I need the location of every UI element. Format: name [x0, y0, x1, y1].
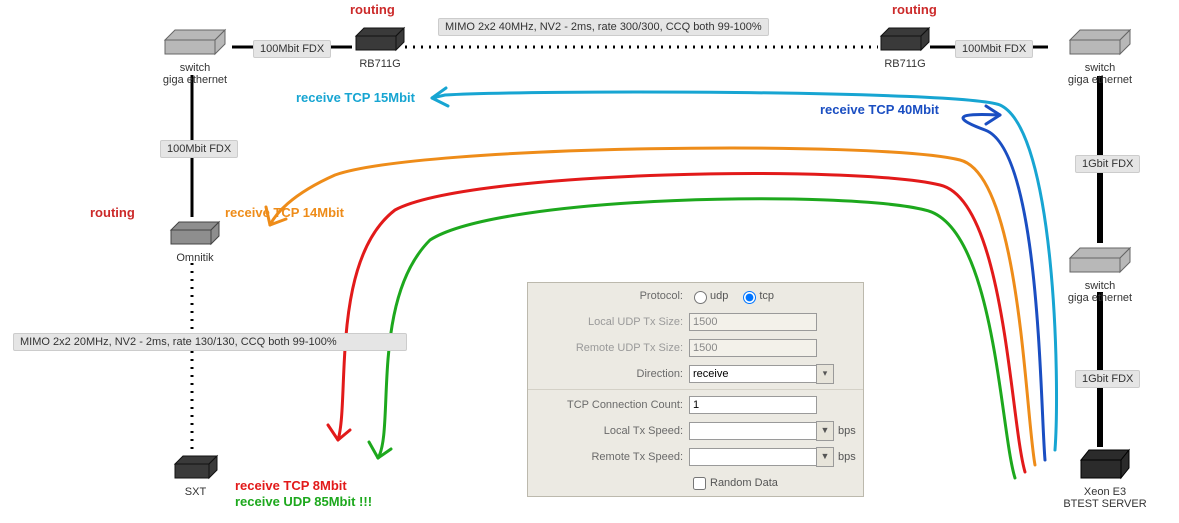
panel-remoteudp-label: Remote UDP Tx Size: [528, 342, 689, 354]
link-100m-3: 100Mbit FDX [160, 140, 238, 158]
flow-label-15m: receive TCP 15Mbit [296, 90, 415, 105]
node-omnitik: Omnitik [160, 216, 230, 264]
link-wlan-top: MIMO 2x2 40MHz, NV2 - 2ms, rate 300/300,… [438, 18, 769, 36]
panel-direction-input[interactable] [689, 365, 817, 383]
flow-label-8m: receive TCP 8Mbit [235, 478, 347, 493]
node-rb711g-left-label: RB711G [350, 58, 410, 70]
routing-label-2: routing [892, 2, 937, 17]
node-switch-right-mid: switchgiga ethernet [1055, 240, 1145, 304]
panel-remoteudp-input [689, 339, 817, 357]
panel-radio-tcp-input[interactable] [743, 291, 756, 304]
panel-remotetx-input[interactable] [689, 448, 817, 466]
node-sxt-label: SXT [168, 486, 223, 498]
link-100m-2: 100Mbit FDX [955, 40, 1033, 58]
panel-tcpconn-input[interactable] [689, 396, 817, 414]
flow-label-14m: receive TCP 14Mbit [225, 205, 344, 220]
panel-localudp-input [689, 313, 817, 331]
node-omnitik-label: Omnitik [160, 252, 230, 264]
node-server-label: Xeon E3BTEST SERVER [1055, 486, 1155, 510]
link-wlan-left: MIMO 2x2 20MHz, NV2 - 2ms, rate 130/130,… [13, 333, 407, 351]
panel-protocol-label: Protocol: [528, 290, 689, 302]
flow-label-40m: receive TCP 40Mbit [820, 102, 939, 117]
node-rb711g-left: RB711G [350, 22, 410, 70]
panel-radio-tcp[interactable]: tcp [738, 288, 774, 304]
node-sxt: SXT [168, 450, 223, 498]
link-1g-2: 1Gbit FDX [1075, 370, 1140, 388]
node-rb711g-right-label: RB711G [875, 58, 935, 70]
panel-localtx-dropdown-icon[interactable]: ▼ [816, 421, 834, 441]
panel-direction-dropdown-icon[interactable]: ▾ [816, 364, 834, 384]
panel-radio-udp-input[interactable] [694, 291, 707, 304]
panel-tcpconn-label: TCP Connection Count: [528, 399, 689, 411]
panel-randomdata-input[interactable] [693, 477, 706, 490]
node-switch-left: switchgiga ethernet [155, 22, 235, 86]
btest-settings-panel: Protocol: udp tcp Local UDP Tx Size: Rem… [527, 282, 864, 497]
panel-localtx-label: Local Tx Speed: [528, 425, 689, 437]
panel-localtx-unit: bps [838, 425, 856, 437]
node-switch-right-mid-label: switchgiga ethernet [1055, 280, 1145, 304]
node-server: Xeon E3BTEST SERVER [1055, 444, 1155, 510]
panel-remotetx-label: Remote Tx Speed: [528, 451, 689, 463]
panel-randomdata-checkbox[interactable]: Random Data [689, 474, 778, 493]
node-switch-left-label: switchgiga ethernet [155, 62, 235, 86]
node-rb711g-right: RB711G [875, 22, 935, 70]
node-switch-right-top-label: switchgiga ethernet [1055, 62, 1145, 86]
panel-direction-label: Direction: [528, 368, 689, 380]
node-switch-right-top: switchgiga ethernet [1055, 22, 1145, 86]
routing-label-1: routing [350, 2, 395, 17]
link-100m-1: 100Mbit FDX [253, 40, 331, 58]
panel-remotetx-unit: bps [838, 451, 856, 463]
panel-radio-tcp-text: tcp [759, 290, 774, 302]
panel-localudp-label: Local UDP Tx Size: [528, 316, 689, 328]
panel-remotetx-dropdown-icon[interactable]: ▼ [816, 447, 834, 467]
panel-radio-udp[interactable]: udp [689, 288, 728, 304]
panel-localtx-input[interactable] [689, 422, 817, 440]
panel-radio-udp-text: udp [710, 290, 728, 302]
routing-label-3: routing [90, 205, 135, 220]
panel-randomdata-text: Random Data [710, 477, 778, 489]
link-1g-1: 1Gbit FDX [1075, 155, 1140, 173]
flow-label-udp85: receive UDP 85Mbit !!! [235, 494, 372, 509]
